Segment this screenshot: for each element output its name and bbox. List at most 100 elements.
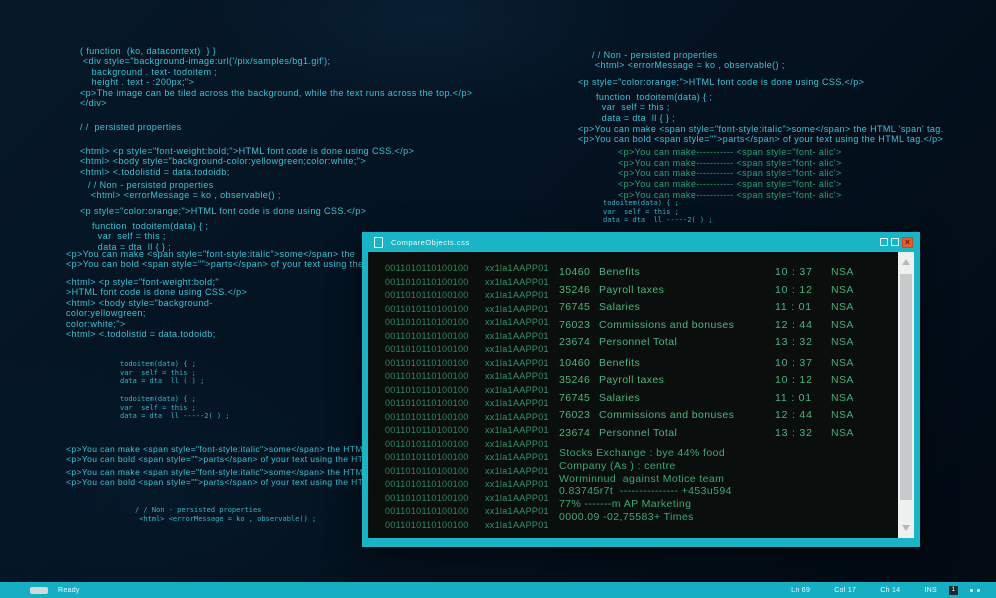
code-text-block: function todoitem(data) { ; var self = t… (92, 221, 208, 252)
code-line: data = dta ll -----2( ) ; (603, 216, 713, 225)
entry-label: Commissions and bonuses (599, 318, 735, 331)
minimize-button[interactable] (880, 238, 888, 246)
data-stream-binary: 0011010110100100 (385, 479, 469, 489)
data-stream-row: 0011010110100100 xx1la1 AAPP01 (385, 371, 549, 385)
code-text-block: / / Non - persisted properties <html> <e… (135, 506, 316, 523)
code-line: <p>You can bold <span style="">parts</sp… (66, 454, 400, 464)
data-stream-binary: 0011010110100100 (385, 465, 469, 476)
code-text-block: <p>You can make <span style="font-style:… (66, 467, 399, 487)
ledger-entry-row: 10460 Benefits 10 : 37 NSA (559, 357, 871, 375)
code-line: <p>You can bold <span style="">parts</sp… (578, 134, 944, 145)
data-stream-row: 0011010110100100 xx1la1 AAPP01 (385, 479, 549, 493)
code-line: data = dta ll { } ; (596, 112, 676, 123)
code-line: / / persisted properties (80, 122, 182, 132)
data-stream-c2: AAPP01 (513, 425, 549, 435)
entry-time: 13 : 32 (775, 336, 813, 348)
data-stream-c2: AAPP01 (513, 452, 549, 462)
code-text-block: / / Non - persisted properties <html> <e… (88, 180, 281, 201)
scrollbar[interactable] (898, 252, 914, 538)
maximize-button[interactable] (891, 238, 899, 246)
ledger-entry-row: 76023 Commissions and bonuses 12 : 44 NSA (559, 319, 871, 337)
code-line: 0000.09 -02,75583+ Times (559, 510, 694, 523)
status-dot-icon (970, 588, 973, 592)
data-stream-row: 0011010110100100 xx1la1 AAPP01 (385, 263, 549, 277)
data-stream-row: 0011010110100100 xx1la1 AAPP01 (385, 412, 549, 426)
page-indicator[interactable]: 1 (949, 585, 958, 595)
entry-label: Benefits (599, 356, 641, 369)
scroll-down-icon[interactable] (902, 525, 910, 531)
entry-time: 12 : 44 (775, 409, 813, 421)
data-stream-c1: xx1la1 (485, 263, 513, 273)
window-title: CompareObjects.css (391, 237, 470, 247)
data-stream-c1: xx1la1 (485, 411, 513, 422)
data-stream-binary: 0011010110100100 (385, 438, 469, 449)
data-stream-c2: AAPP01 (513, 263, 549, 273)
data-stream-c2: AAPP01 (513, 411, 549, 422)
code-text-block: ( function (ko, datacontext) } } <div st… (80, 46, 472, 108)
data-stream-binary: 0011010110100100 (385, 357, 469, 368)
data-stream-binary: 0011010110100100 (385, 452, 469, 462)
entry-tag: NSA (831, 391, 854, 404)
data-stream-c2: AAPP01 (513, 398, 549, 408)
code-line: <html> <body style="background-color:yel… (80, 156, 366, 167)
data-stream-c2: AAPP01 (513, 519, 549, 530)
status-right-group: Ln 69 Col 17 Ch 14 INS 1 (791, 585, 996, 595)
scrollbar-thumb[interactable] (900, 274, 912, 500)
code-text-block: / / persisted properties (80, 122, 182, 132)
code-line: 0.83745r7t --------------- +453u594 (559, 485, 732, 498)
code-line: <html> <errorMessage = ko , observable()… (135, 514, 317, 523)
window-titlebar[interactable]: CompareObjects.css × (362, 232, 920, 252)
entry-time: 12 : 44 (775, 318, 813, 331)
entry-num: 76745 (559, 301, 591, 313)
code-text-block: / / Non - persisted properties <html> <e… (592, 50, 785, 71)
data-stream-row: 0011010110100100 xx1la1 AAPP01 (385, 344, 549, 358)
data-stream-row: 0011010110100100 xx1la1 AAPP01 (385, 304, 549, 318)
entry-num: 23674 (559, 336, 591, 348)
data-stream-c1: xx1la1 (485, 519, 513, 530)
data-stream-row: 0011010110100100 xx1la1 AAPP01 (385, 425, 549, 439)
data-stream-c1: xx1la1 (485, 290, 513, 300)
code-line: <div style="background-image:url('/pix/s… (80, 56, 331, 67)
scroll-up-icon[interactable] (902, 259, 910, 265)
data-stream-binary: 0011010110100100 (385, 303, 469, 314)
entry-time: 13 : 32 (775, 426, 813, 439)
status-insert-mode: INS (924, 586, 937, 594)
code-line: Worminnud against Motice team (559, 472, 725, 485)
ledger-entry-row: 35246 Payroll taxes 10 : 12 NSA (559, 284, 871, 302)
data-stream-row: 0011010110100100 xx1la1 AAPP01 (385, 277, 549, 291)
code-text-block: <html> <p style="font-weight:bold;">HTML… (80, 146, 414, 177)
entry-tag: NSA (831, 266, 854, 278)
close-button[interactable]: × (902, 236, 913, 248)
entry-time: 10 : 12 (775, 283, 813, 296)
entry-tag: NSA (831, 426, 854, 439)
entry-tag: NSA (831, 356, 854, 369)
code-line: <html> <.todolistid = data.todoidb; (66, 329, 216, 340)
data-stream-binary: 0011010110100100 (385, 276, 469, 287)
data-stream-row: 0011010110100100 xx1la1 AAPP01 (385, 317, 549, 331)
data-stream-c2: AAPP01 (513, 371, 549, 381)
data-stream-binary: 0011010110100100 (385, 344, 469, 354)
code-text-block: <p style="color:orange;">HTML font code … (578, 77, 864, 87)
code-line: var self = this ; (120, 403, 196, 412)
data-stream-binary: 0011010110100100 (385, 519, 469, 530)
ledger-entry-row: 76745 Salaries 11 : 01 NSA (559, 392, 871, 410)
code-line: <p style="color:orange;">HTML font code … (80, 206, 367, 216)
data-stream-c2: AAPP01 (513, 479, 549, 489)
entry-num: 76023 (559, 409, 591, 421)
code-line: <p>The image can be tiled across the bac… (80, 87, 473, 98)
code-line: data = dta ll ( ) ; (120, 377, 205, 386)
code-line: <p>You can bold <span style="">parts</sp… (66, 477, 400, 487)
entry-tag: NSA (831, 301, 854, 313)
data-stream-binary: 0011010110100100 (385, 506, 469, 516)
code-line: <p style="color:orange;">HTML font code … (578, 77, 865, 87)
data-stream-row: 0011010110100100 xx1la1 AAPP01 (385, 331, 549, 345)
entry-num: 10460 (559, 266, 591, 278)
data-stream-binary: 0011010110100100 (385, 398, 469, 408)
data-stream-c1: xx1la1 (485, 357, 513, 368)
data-stream-row: 0011010110100100 xx1la1 AAPP01 (385, 439, 549, 453)
code-line: color:yellowgreen; (66, 308, 146, 319)
code-text-block: <p>You can make <span style="font-style:… (66, 444, 399, 464)
data-stream-row: 0011010110100100 xx1la1 AAPP01 (385, 466, 549, 480)
data-stream-binary: 0011010110100100 (385, 290, 469, 300)
status-dot-icon (977, 588, 980, 592)
